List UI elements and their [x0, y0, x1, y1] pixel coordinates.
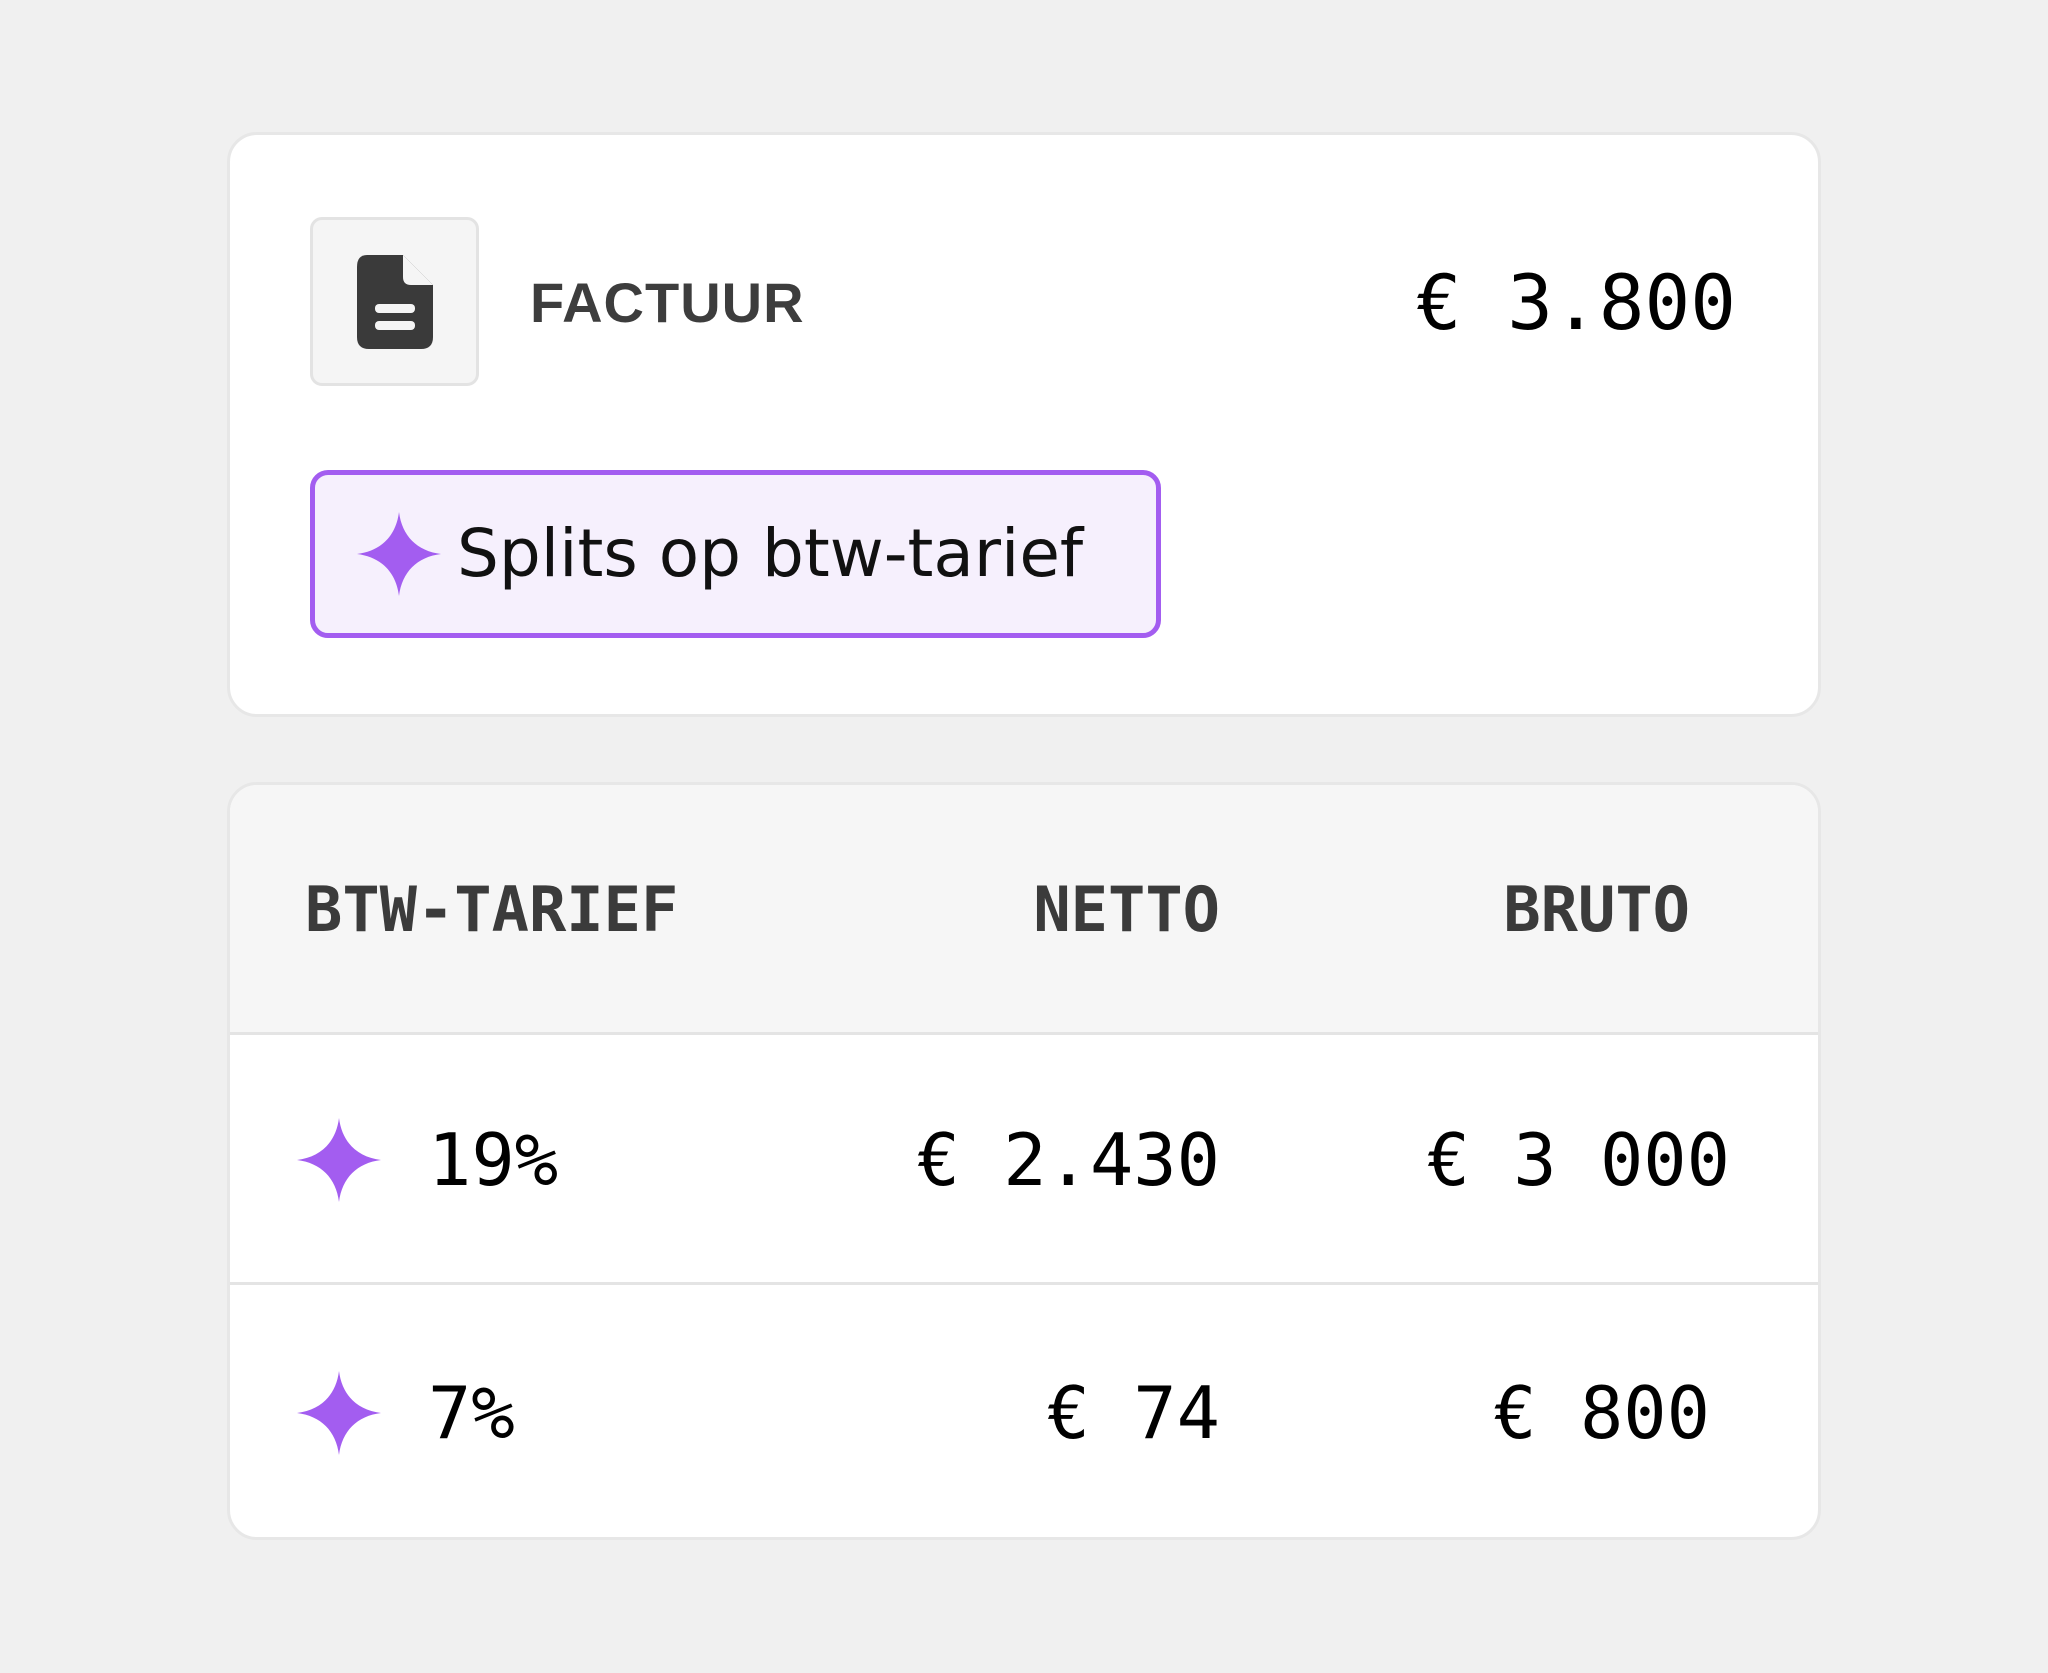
- split-by-vat-rate-button[interactable]: Splits op btw-tarief: [310, 470, 1161, 638]
- invoice-card: FACTUUR € 3.800 Splits op btw-tarief: [227, 132, 1821, 717]
- net-amount-cell: € 2.430: [916, 1118, 1220, 1202]
- sparkle-icon: [357, 512, 441, 596]
- column-header-vat-rate: BTW-TARIEF: [305, 873, 679, 946]
- document-icon-tile: [310, 217, 479, 386]
- gross-amount-cell: € 3 000: [1426, 1118, 1730, 1202]
- vat-rate-cell: 7%: [428, 1371, 515, 1455]
- sparkle-icon: [297, 1118, 381, 1202]
- split-button-label: Splits op btw-tarief: [457, 515, 1084, 592]
- table-row: 19% € 2.430 € 3 000: [230, 1035, 1818, 1285]
- table-header: BTW-TARIEF NETTO BRUTO: [230, 785, 1818, 1035]
- vat-breakdown-table: BTW-TARIEF NETTO BRUTO 19% € 2.430 € 3 0…: [227, 782, 1821, 1540]
- table-row: 7% € 74 € 800: [230, 1288, 1818, 1537]
- document-icon: [356, 254, 433, 349]
- sparkle-icon: [297, 1371, 381, 1455]
- net-amount-cell: € 74: [1046, 1371, 1220, 1455]
- gross-amount-cell: € 800: [1493, 1371, 1710, 1455]
- vat-rate-cell: 19%: [428, 1118, 559, 1202]
- column-header-net: NETTO: [1033, 873, 1220, 946]
- invoice-label: FACTUUR: [530, 271, 805, 334]
- invoice-total-amount: € 3.800: [1415, 258, 1736, 347]
- column-header-gross: BRUTO: [1503, 873, 1690, 946]
